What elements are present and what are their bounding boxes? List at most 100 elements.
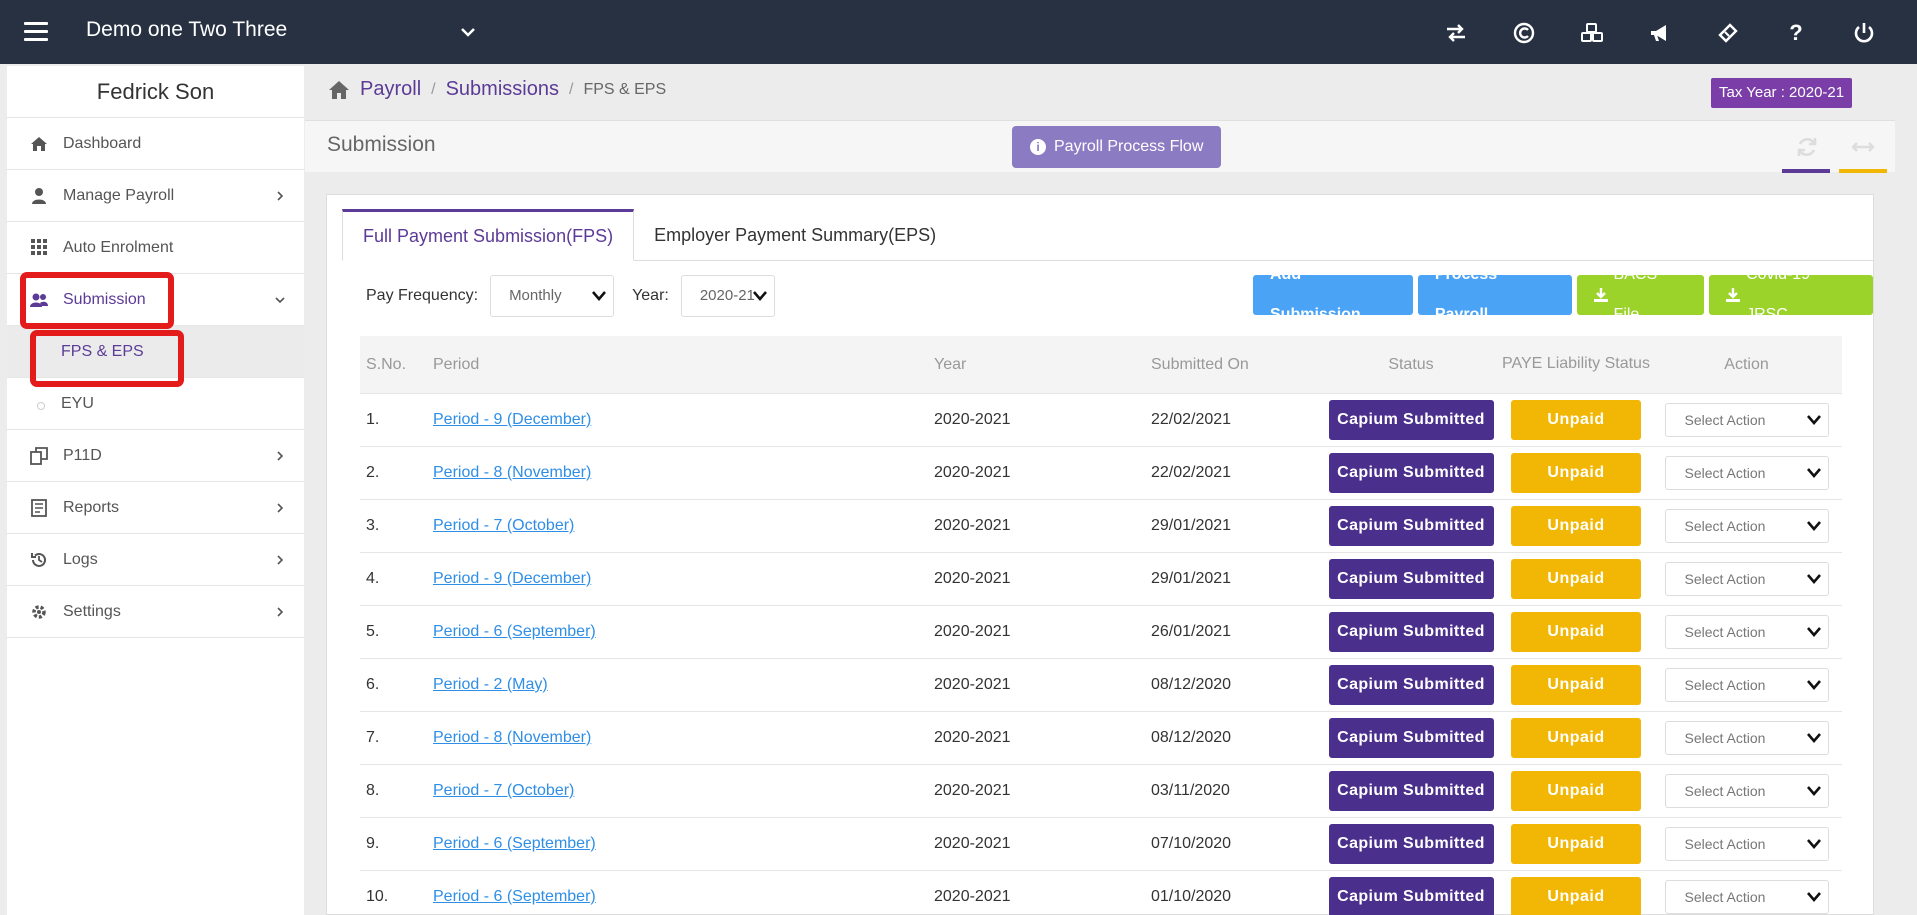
period-link[interactable]: Period - 6 (September) — [433, 623, 596, 640]
chevron-down-icon[interactable] — [460, 24, 476, 40]
process-payroll-button[interactable]: Process Payroll — [1417, 266, 1572, 323]
paye-status-badge: Unpaid — [1511, 824, 1641, 864]
row-year: 2020-2021 — [934, 835, 1011, 852]
sidebar-item-label: P11D — [63, 446, 102, 464]
breadcrumb-payroll[interactable]: Payroll — [360, 78, 421, 101]
period-link[interactable]: Period - 9 (December) — [433, 570, 591, 587]
row-year: 2020-2021 — [934, 782, 1011, 799]
select-action-dropdown[interactable]: Select Action — [1664, 456, 1829, 490]
sidebar-item-label: Dashboard — [63, 134, 142, 152]
ticket-icon[interactable] — [1715, 20, 1741, 46]
select-action-dropdown[interactable]: Select Action — [1664, 562, 1829, 596]
year-select[interactable]: 2020-21 — [680, 275, 775, 317]
paye-status-badge: Unpaid — [1511, 400, 1641, 440]
select-action-value: Select Action — [1684, 677, 1766, 693]
payroll-process-flow-button[interactable]: i Payroll Process Flow — [1012, 126, 1222, 168]
chevron-down-icon — [1806, 786, 1821, 796]
sidebar-item-dashboard[interactable]: Dashboard — [7, 118, 304, 170]
period-link[interactable]: Period - 9 (December) — [433, 411, 591, 428]
chevron-down-icon — [752, 291, 767, 301]
chevron-down-icon — [1806, 468, 1821, 478]
row-sno: 10. — [366, 888, 389, 905]
submission-card: Full Payment Submission(FPS) Employer Pa… — [326, 194, 1874, 915]
info-icon: i — [1030, 139, 1046, 155]
row-sno: 6. — [366, 676, 380, 693]
select-action-value: Select Action — [1684, 518, 1766, 534]
chevron-down-icon — [1806, 574, 1821, 584]
paye-status-badge: Unpaid — [1511, 771, 1641, 811]
chevron-down-icon — [1806, 680, 1821, 690]
select-action-dropdown[interactable]: Select Action — [1664, 880, 1829, 914]
status-badge: Capium Submitted — [1328, 612, 1494, 652]
select-action-dropdown[interactable]: Select Action — [1664, 615, 1829, 649]
select-action-dropdown[interactable]: Select Action — [1664, 668, 1829, 702]
col-paye-liability-status: PAYE Liability Status — [1502, 355, 1650, 373]
paye-status-badge: Unpaid — [1511, 612, 1641, 652]
select-action-dropdown[interactable]: Select Action — [1664, 403, 1829, 437]
select-action-value: Select Action — [1684, 571, 1766, 587]
row-submitted-on: 01/10/2020 — [1151, 888, 1232, 905]
table-row: 10. Period - 6 (September) 2020-2021 01/… — [360, 871, 1842, 915]
help-icon[interactable]: ? — [1783, 20, 1809, 46]
row-year: 2020-2021 — [934, 464, 1011, 481]
covid-jrsc-button[interactable]: Covid-19 JRSC — [1709, 266, 1873, 323]
power-icon[interactable] — [1851, 20, 1877, 46]
bacs-file-button[interactable]: BACS File — [1576, 266, 1705, 323]
period-link[interactable]: Period - 7 (October) — [433, 782, 574, 799]
submissions-table: S.No. Period Year Submitted On Status PA… — [360, 336, 1842, 915]
row-sno: 7. — [366, 729, 380, 746]
period-link[interactable]: Period - 6 (September) — [433, 888, 596, 905]
payroll-process-flow-label: Payroll Process Flow — [1054, 138, 1204, 155]
home-icon — [29, 134, 49, 154]
chevron-right-icon — [277, 191, 284, 201]
top-bar: Demo one Two Three ? — [0, 0, 1917, 64]
breadcrumb-separator: / — [431, 80, 436, 98]
sidebar-item-settings[interactable]: Settings — [7, 586, 304, 638]
sidebar-item-logs[interactable]: Logs — [7, 534, 304, 586]
copy-icon — [29, 446, 49, 466]
add-submission-button[interactable]: Add Submission — [1253, 266, 1413, 323]
col-action: Action — [1724, 355, 1769, 373]
company-name[interactable]: Demo one Two Three — [86, 18, 287, 42]
exchange-icon[interactable] — [1443, 20, 1469, 46]
sidebar: Fedrick Son Dashboard Manage Payroll Aut… — [7, 66, 304, 915]
cubes-icon[interactable] — [1579, 20, 1605, 46]
select-action-dropdown[interactable]: Select Action — [1664, 827, 1829, 861]
pay-frequency-select[interactable]: Monthly — [490, 275, 615, 317]
period-link[interactable]: Period - 2 (May) — [433, 676, 548, 693]
user-name: Fedrick Son — [7, 66, 304, 118]
status-badge: Capium Submitted — [1328, 400, 1494, 440]
period-link[interactable]: Period - 8 (November) — [433, 464, 591, 481]
row-submitted-on: 22/02/2021 — [1151, 411, 1232, 428]
period-link[interactable]: Period - 7 (October) — [433, 517, 574, 534]
home-icon[interactable] — [328, 80, 350, 100]
page-title: Submission — [327, 133, 436, 156]
expand-icon[interactable] — [1850, 137, 1876, 157]
bacs-file-label: BACS File — [1613, 266, 1658, 323]
year-value: 2020-21 — [699, 287, 755, 304]
tab-eps[interactable]: Employer Payment Summary(EPS) — [634, 209, 956, 261]
sidebar-item-p11d[interactable]: P11D — [7, 430, 304, 482]
breadcrumb: Payroll / Submissions / FPS & EPS — [328, 78, 666, 101]
sidebar-item-reports[interactable]: Reports — [7, 482, 304, 534]
period-link[interactable]: Period - 8 (November) — [433, 729, 591, 746]
row-submitted-on: 29/01/2021 — [1151, 517, 1232, 534]
capium-icon[interactable] — [1511, 20, 1537, 46]
tab-fps[interactable]: Full Payment Submission(FPS) — [342, 209, 635, 261]
sidebar-item-auto-enrolment[interactable]: Auto Enrolment — [7, 222, 304, 274]
row-sno: 9. — [366, 835, 380, 852]
period-link[interactable]: Period - 6 (September) — [433, 835, 596, 852]
sidebar-item-manage-payroll[interactable]: Manage Payroll — [7, 170, 304, 222]
paye-status-badge: Unpaid — [1511, 559, 1641, 599]
select-action-dropdown[interactable]: Select Action — [1664, 509, 1829, 543]
select-action-dropdown[interactable]: Select Action — [1664, 721, 1829, 755]
covid-jrsc-label: Covid-19 JRSC — [1746, 266, 1811, 323]
menu-icon[interactable] — [24, 22, 48, 42]
refresh-icon[interactable] — [1795, 135, 1819, 159]
row-sno: 8. — [366, 782, 380, 799]
bullhorn-icon[interactable] — [1647, 20, 1673, 46]
action-buttons: Add Submission Process Payroll BACS File… — [1253, 266, 1873, 323]
select-action-dropdown[interactable]: Select Action — [1664, 774, 1829, 808]
breadcrumb-submissions[interactable]: Submissions — [446, 78, 559, 101]
highlight-box-fps-eps — [30, 330, 184, 387]
